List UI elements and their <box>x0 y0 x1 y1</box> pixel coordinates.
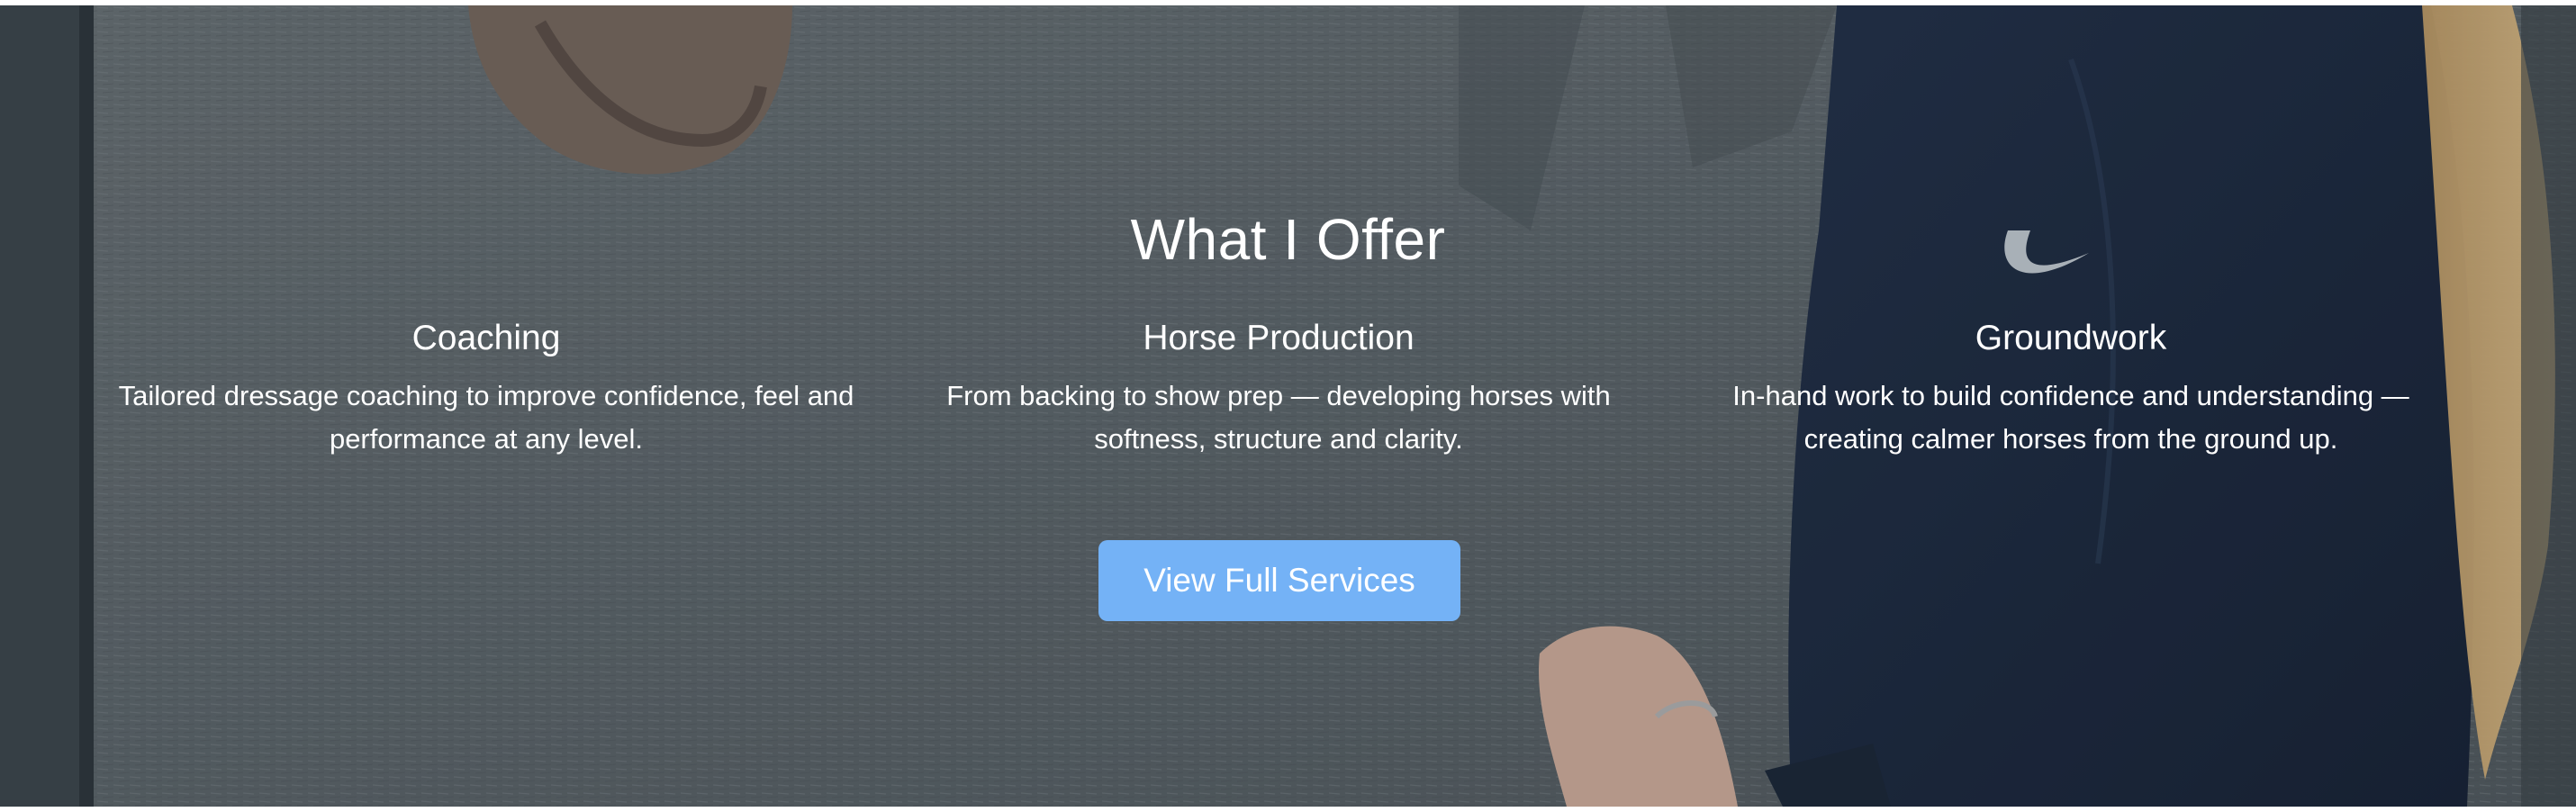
service-groundwork: Groundwork In-hand work to build confide… <box>1702 310 2440 461</box>
services-content: What I Offer Coaching Tailored dressage … <box>0 5 2576 807</box>
service-description: Tailored dressage coaching to improve co… <box>118 380 854 455</box>
section-heading: What I Offer <box>1130 207 1446 272</box>
services-section: What I Offer Coaching Tailored dressage … <box>0 5 2576 807</box>
service-title: Horse Production <box>1143 319 1415 357</box>
service-title: Coaching <box>411 319 561 357</box>
service-title: Groundwork <box>1975 319 2167 357</box>
service-horse-production: Horse Production From backing to show pr… <box>909 310 1648 461</box>
service-coaching: Coaching Tailored dressage coaching to i… <box>117 310 855 461</box>
view-full-services-button[interactable]: View Full Services <box>1098 540 1460 621</box>
service-description: In-hand work to build confidence and und… <box>1732 380 2409 455</box>
service-description: From backing to show prep — developing h… <box>946 380 1611 455</box>
